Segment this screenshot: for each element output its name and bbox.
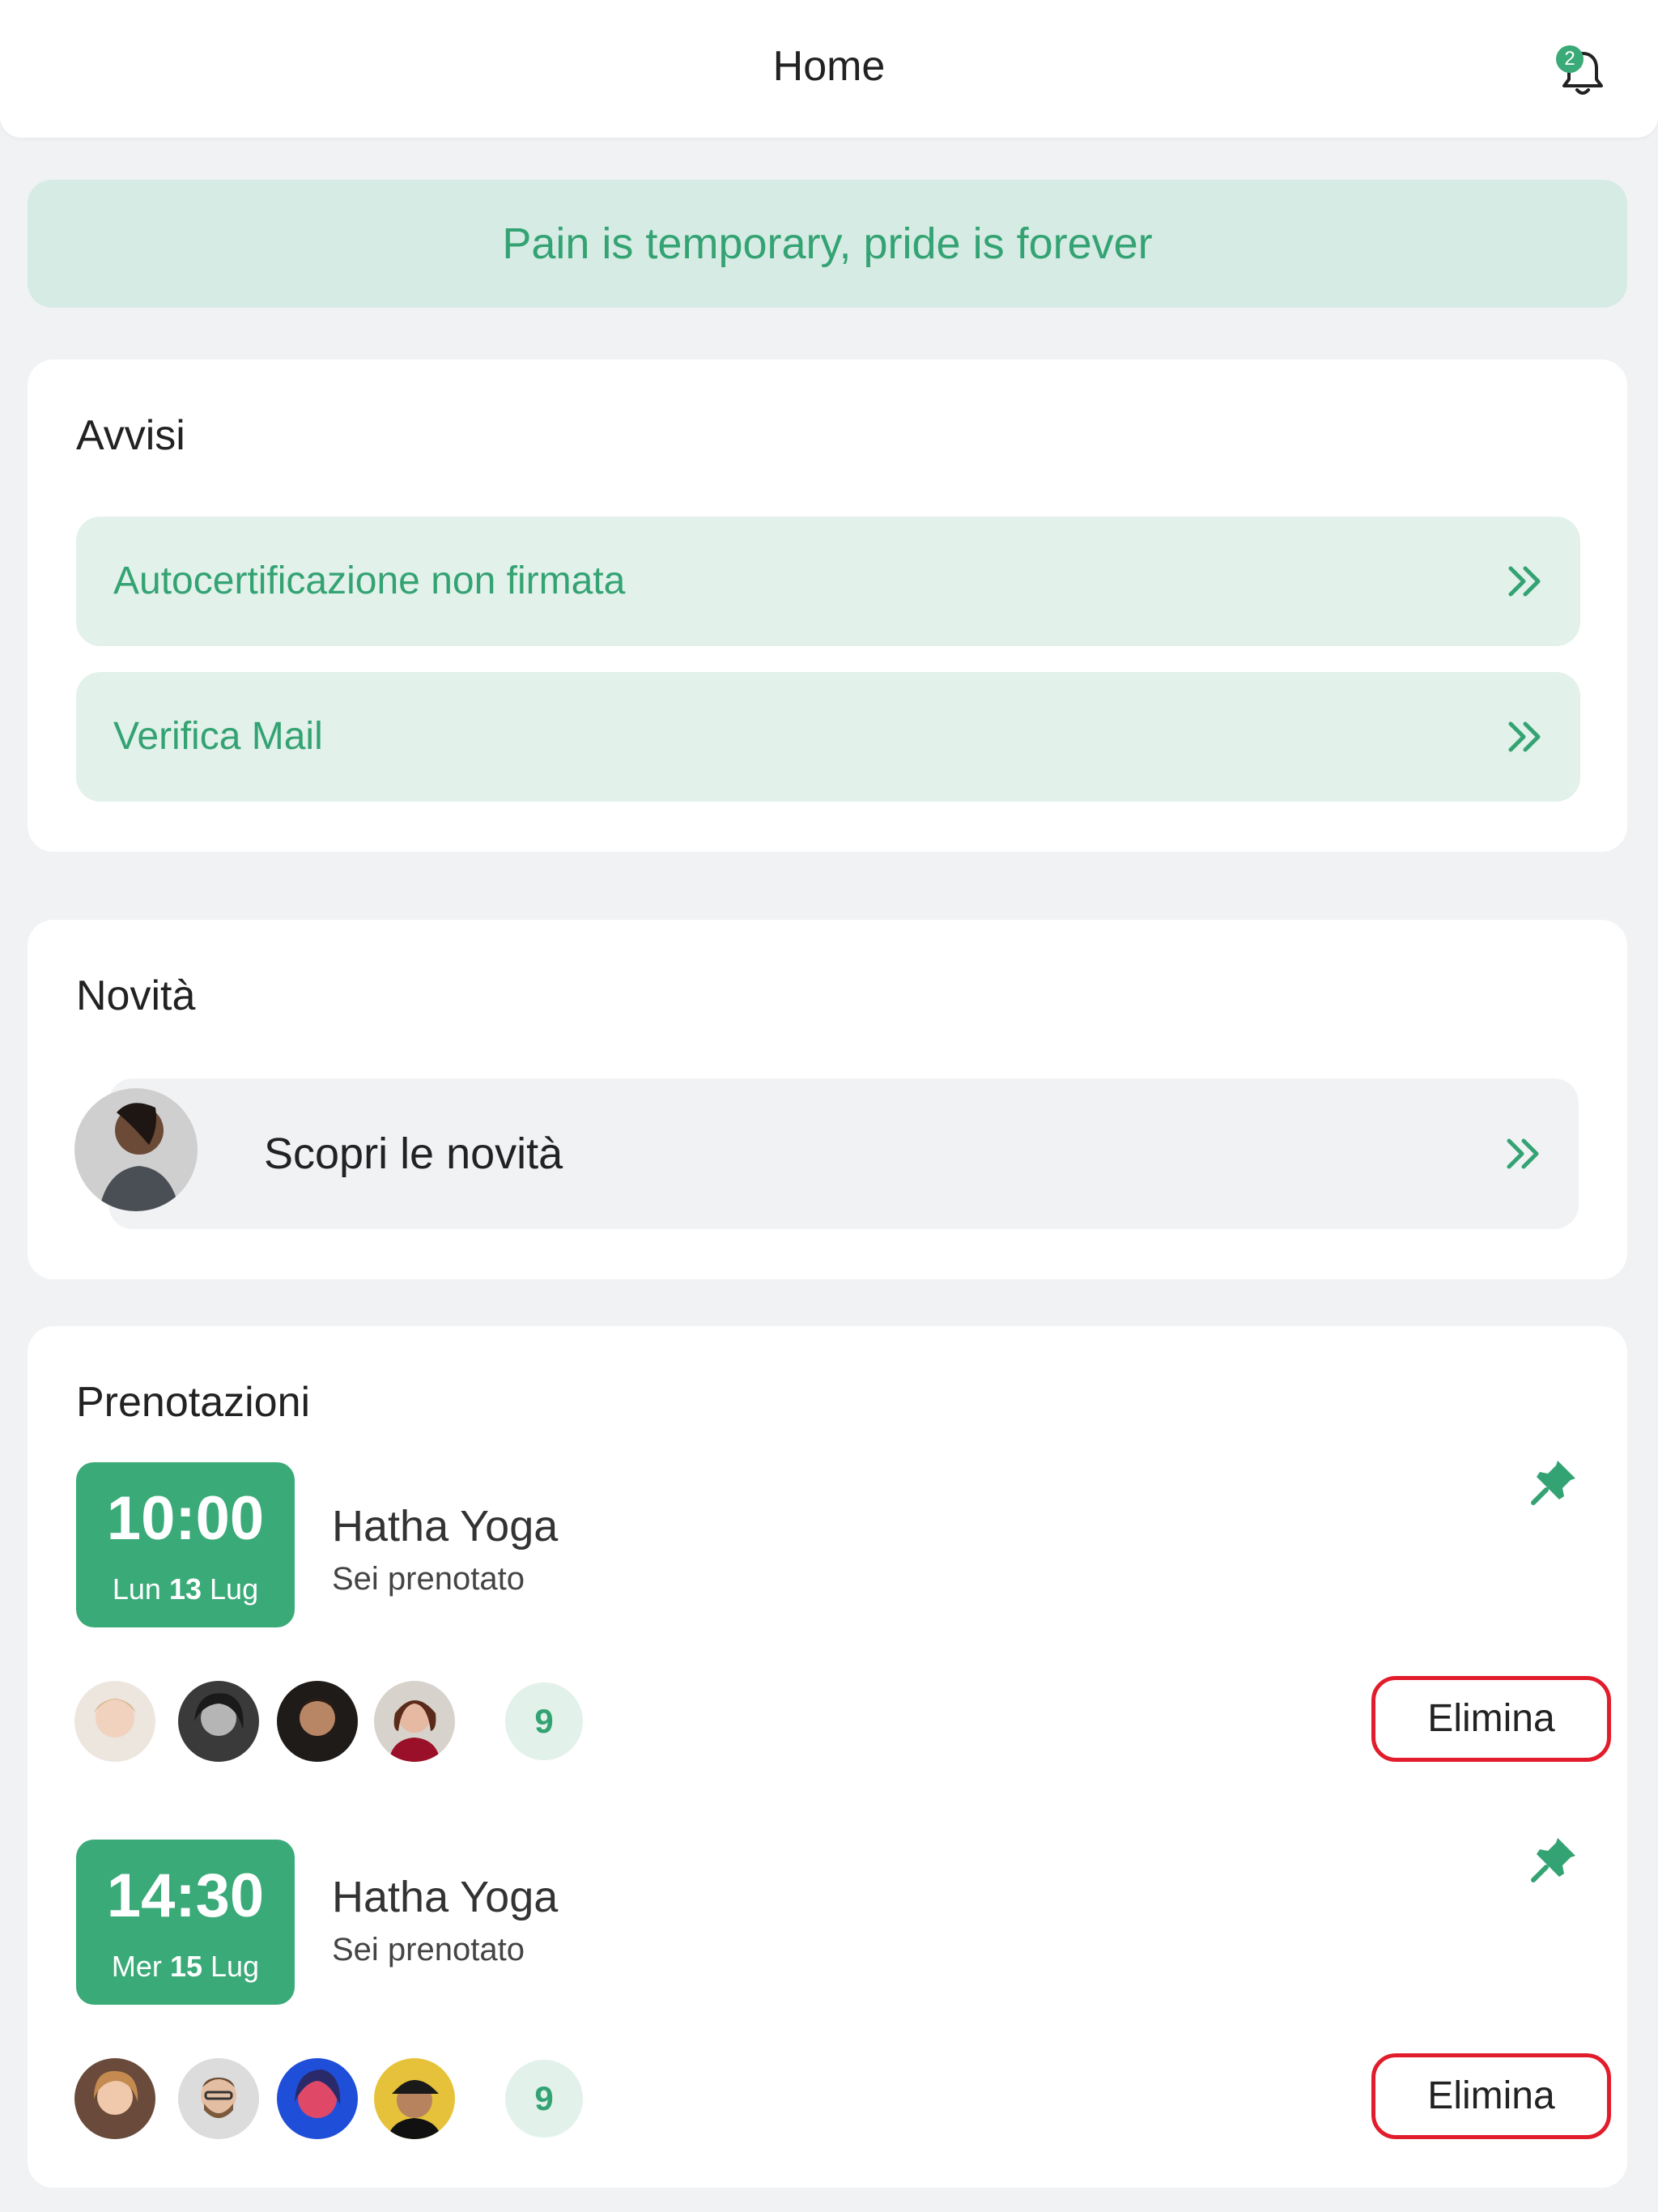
pin-icon[interactable] — [1528, 1456, 1580, 1508]
notification-badge: 2 — [1556, 45, 1584, 73]
delete-booking-button[interactable]: Elimina — [1371, 1676, 1611, 1762]
novita-title: Novità — [76, 972, 196, 1019]
booking-month: Lug — [210, 1950, 260, 1983]
participant-avatars: 9 — [74, 1681, 641, 1762]
participant-avatar — [74, 2058, 155, 2139]
novita-card: Novità Scopri le novità — [28, 920, 1627, 1279]
booking-class-name: Hatha Yoga — [332, 1502, 559, 1551]
participant-avatar — [178, 1681, 259, 1762]
participant-avatar — [374, 2058, 455, 2139]
avvisi-card: Avvisi Autocertificazione non firmata Ve… — [28, 359, 1627, 852]
booking-date-number: 13 — [168, 1572, 202, 1606]
prenotazioni-card: Prenotazioni 10:00 Lun 13 Lug Hatha Yoga… — [28, 1326, 1627, 2188]
alert-label: Verifica Mail — [113, 715, 323, 758]
booking-time: 14:30 — [106, 1861, 265, 1930]
page-title: Home — [772, 43, 886, 90]
prenotazioni-title: Prenotazioni — [76, 1379, 311, 1426]
avvisi-title: Avvisi — [76, 412, 185, 459]
alert-verifica-mail[interactable]: Verifica Mail — [76, 672, 1580, 802]
booking-date-number: 15 — [169, 1950, 202, 1983]
news-avatar — [74, 1088, 198, 1211]
double-chevron-right-icon — [1507, 1138, 1539, 1169]
alert-autocertificazione[interactable]: Autocertificazione non firmata — [76, 517, 1580, 646]
participant-avatar — [277, 2058, 358, 2139]
booking-status: Sei prenotato — [332, 1561, 525, 1597]
booking-date: Lun 13 Lug — [76, 1572, 295, 1606]
participant-avatar — [178, 2058, 259, 2139]
double-chevron-right-icon — [1508, 566, 1541, 597]
participants-count[interactable]: 9 — [505, 1682, 583, 1760]
motivational-quote: Pain is temporary, pride is forever — [28, 180, 1627, 308]
booking-day: Lun — [112, 1572, 161, 1606]
booking-class-name: Hatha Yoga — [332, 1873, 559, 1921]
participant-avatar — [277, 1681, 358, 1762]
delete-booking-button[interactable]: Elimina — [1371, 2053, 1611, 2139]
news-link-label: Scopri le novità — [264, 1129, 563, 1178]
top-bar: Home 2 — [0, 0, 1658, 138]
booking-time-box: 10:00 Lun 13 Lug — [76, 1462, 295, 1627]
booking-day: Mer — [111, 1950, 162, 1983]
booking-month: Lug — [210, 1572, 259, 1606]
booking-date: Mer 15 Lug — [76, 1950, 295, 1984]
alert-label: Autocertificazione non firmata — [113, 559, 626, 602]
participants-count[interactable]: 9 — [505, 2060, 583, 2138]
booking-time: 10:00 — [106, 1484, 265, 1553]
participant-avatar — [374, 1681, 455, 1762]
pin-icon[interactable] — [1528, 1833, 1580, 1885]
participant-avatars: 9 — [74, 2058, 641, 2139]
booking-time-box: 14:30 Mer 15 Lug — [76, 1840, 295, 2005]
double-chevron-right-icon — [1508, 721, 1541, 752]
booking-status: Sei prenotato — [332, 1932, 525, 1967]
news-link[interactable]: Scopri le novità — [108, 1078, 1579, 1229]
participant-avatar — [74, 1681, 155, 1762]
